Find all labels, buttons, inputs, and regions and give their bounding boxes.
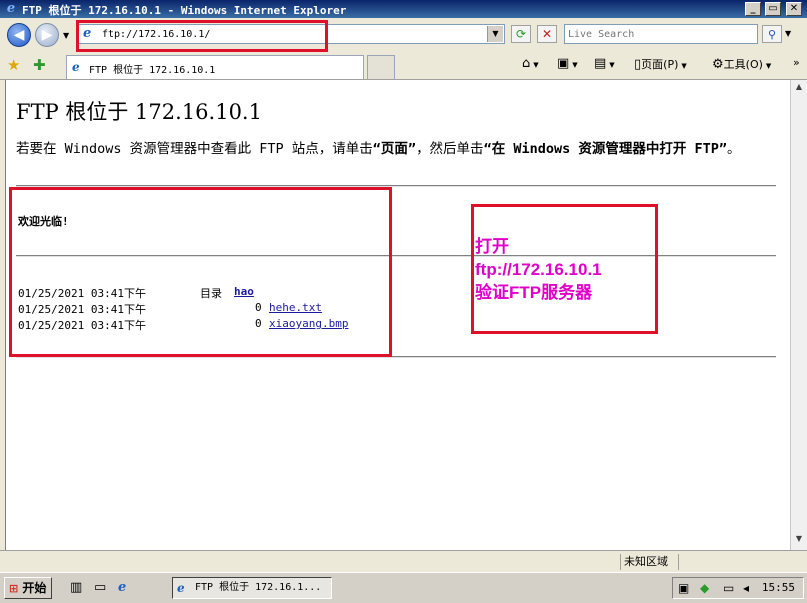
rss-icon: ▣: [557, 56, 570, 71]
feeds-dropdown-icon: ▼: [572, 61, 578, 69]
security-shield-icon[interactable]: ◆: [700, 581, 709, 595]
scroll-up-icon[interactable]: ▲: [793, 82, 805, 96]
instruction-suffix: 。: [726, 141, 741, 157]
address-highlight-box: [76, 20, 328, 52]
scroll-down-icon[interactable]: ▼: [793, 534, 805, 548]
stop-icon[interactable]: ✕: [537, 25, 557, 43]
status-panel: [678, 554, 791, 570]
speaker-icon[interactable]: ◂: [743, 581, 749, 595]
search-icon[interactable]: ⚲: [762, 25, 782, 43]
toolbar-overflow-icon[interactable]: »: [793, 56, 800, 69]
vertical-scrollbar[interactable]: ▲ ▼: [790, 80, 807, 550]
add-favorites-icon[interactable]: ✚: [33, 56, 46, 74]
annotation-line: 验证FTP服务器: [475, 283, 593, 302]
window-title: FTP 根位于 172.16.10.1 - Windows Internet E…: [22, 4, 347, 17]
start-label: 开始: [22, 581, 47, 595]
quicklaunch-ie-icon[interactable]: e: [118, 580, 126, 595]
clock[interactable]: 15:55: [762, 581, 795, 594]
taskbar-task-label: FTP 根位于 172.16.1...: [195, 582, 322, 593]
instruction-mid: ，然后单击: [416, 141, 484, 157]
page-menu[interactable]: ▯页面(P) ▼: [634, 56, 687, 72]
home-dropdown-icon: ▼: [533, 61, 539, 69]
home-icon: ⌂: [522, 56, 531, 71]
listing-highlight-box: [9, 187, 392, 357]
minimize-button[interactable]: _: [745, 2, 761, 16]
new-tab-button[interactable]: [367, 55, 395, 79]
show-desktop-icon[interactable]: ▭: [94, 580, 106, 595]
annotation-note: 打开 ftp://172.16.10.1 验证FTP服务器: [475, 235, 602, 304]
tools-menu[interactable]: ⚙工具(O) ▼: [712, 56, 771, 72]
annotation-line: ftp://172.16.10.1: [475, 260, 602, 279]
system-tray: ▣ ◆ ▭ ◂ 15:55: [672, 577, 804, 599]
back-button[interactable]: ◀: [7, 23, 31, 47]
forward-button[interactable]: ▶: [35, 23, 59, 47]
recent-pages-dropdown-icon[interactable]: ▼: [63, 31, 69, 40]
security-zone[interactable]: 未知区域: [620, 554, 679, 570]
status-bar: 未知区域: [0, 550, 807, 572]
windows-flag-icon: ⊞: [9, 582, 19, 595]
printer-icon: ▤: [594, 56, 607, 71]
feeds-button[interactable]: ▣ ▼: [557, 56, 578, 71]
maximize-button[interactable]: ▭: [765, 2, 781, 16]
taskbar-ie-icon: e: [177, 581, 185, 595]
print-button[interactable]: ▤ ▼: [594, 56, 615, 71]
instruction-prefix: 若要在 Windows 资源管理器中查看此 FTP 站点，请单击: [16, 141, 373, 157]
home-button[interactable]: ⌂ ▼: [522, 56, 539, 71]
annotation-line: 打开: [475, 237, 509, 256]
close-button[interactable]: ✕: [786, 2, 802, 16]
page-menu-label: 页面(P): [641, 58, 679, 71]
network-icon[interactable]: ▣: [678, 581, 689, 595]
monitor-icon[interactable]: ▭: [723, 581, 734, 595]
favorites-star-icon[interactable]: ★: [7, 56, 20, 74]
instruction-open-explorer: “在 Windows 资源管理器中打开 FTP”: [483, 141, 727, 157]
tab-label: FTP 根位于 172.16.10.1: [89, 65, 216, 76]
tools-dropdown-icon: ▼: [765, 62, 772, 70]
search-options-dropdown-icon[interactable]: ▼: [785, 29, 791, 38]
tools-menu-label: 工具(O): [723, 58, 763, 71]
instruction-page: “页面”: [372, 141, 417, 157]
address-dropdown-icon[interactable]: ▼: [487, 26, 503, 42]
server-manager-icon[interactable]: ▥: [70, 580, 82, 595]
search-box[interactable]: [564, 24, 758, 44]
title-bar[interactable]: e FTP 根位于 172.16.10.1 - Windows Internet…: [0, 0, 807, 18]
tab-toolbar: ★ ✚ e FTP 根位于 172.16.10.1 ⌂ ▼ ▣ ▼ ▤ ▼ ▯页面(P…: [0, 51, 807, 80]
page-dropdown-icon: ▼: [681, 62, 687, 70]
refresh-icon[interactable]: ⟳: [511, 25, 531, 43]
page-title: FTP 根位于 172.16.10.1: [16, 100, 262, 124]
taskbar: ⊞ 开始 ▥ ▭ e e FTP 根位于 172.16.1... ▣ ◆ ▭ ◂…: [0, 572, 807, 603]
taskbar-ie-button[interactable]: e FTP 根位于 172.16.1...: [172, 577, 332, 599]
start-button[interactable]: ⊞ 开始: [4, 577, 52, 599]
print-dropdown-icon: ▼: [609, 61, 615, 69]
search-input[interactable]: [568, 27, 753, 41]
tab-ie-icon: e: [72, 60, 80, 74]
tab-ftp[interactable]: e FTP 根位于 172.16.10.1: [66, 55, 364, 79]
instruction-text: 若要在 Windows 资源管理器中查看此 FTP 站点，请单击“页面”，然后单…: [16, 140, 776, 159]
gear-icon: ⚙: [712, 57, 724, 72]
ie-logo-icon: e: [6, 1, 16, 16]
